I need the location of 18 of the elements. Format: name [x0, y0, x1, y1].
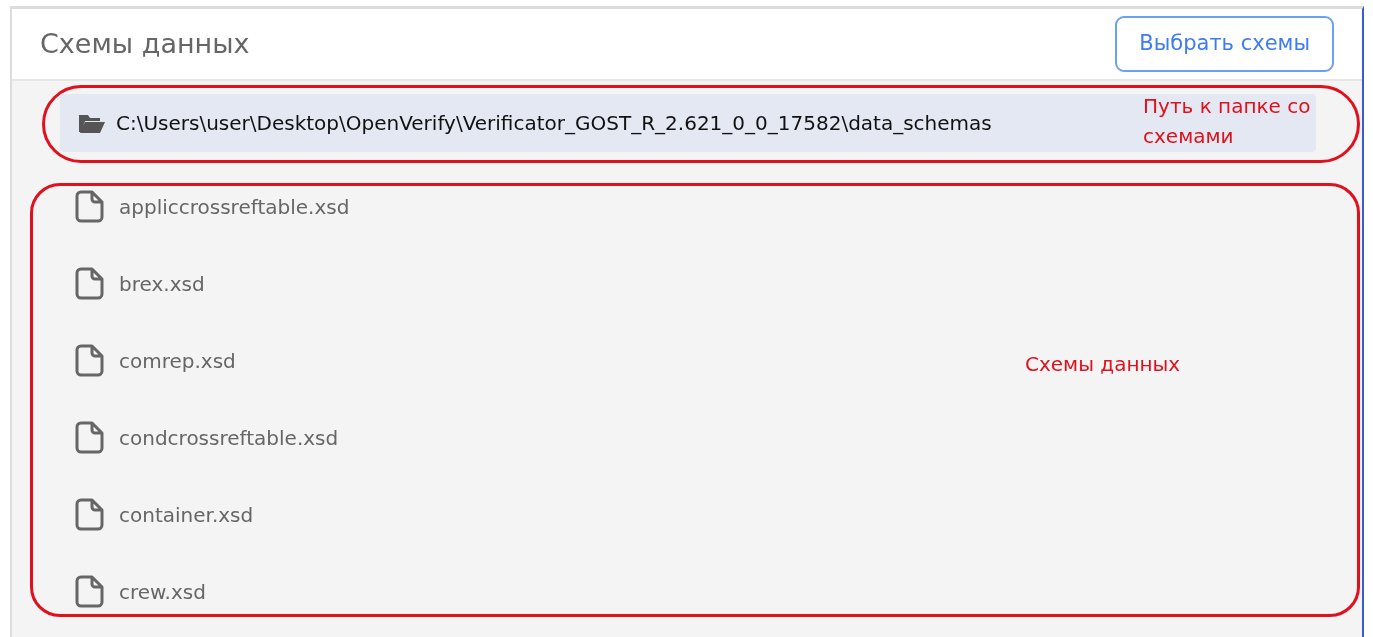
- file-name[interactable]: comrep.xsd: [119, 345, 236, 376]
- panel-title: Схемы данных: [40, 26, 250, 61]
- folder-path: C:\Users\user\Desktop\OpenVerify\Verificator_GOST_R_2.621_0_0_17582\data_schemas: [116, 110, 992, 137]
- file-name[interactable]: container.xsd: [119, 499, 254, 530]
- file-icon: [75, 190, 105, 223]
- file-icon: [75, 344, 105, 377]
- file-name[interactable]: crew.xsd: [119, 576, 206, 607]
- annotation-label: Схемы данных: [1025, 351, 1182, 378]
- file-name[interactable]: brex.xsd: [119, 268, 205, 299]
- file-icon: [75, 498, 105, 531]
- file-name[interactable]: condcrossreftable.xsd: [119, 422, 339, 453]
- file-name[interactable]: appliccrossreftable.xsd: [119, 191, 350, 222]
- file-icon: [75, 267, 105, 300]
- select-schemas-button[interactable]: Выбрать схемы: [1115, 16, 1334, 72]
- file-icon: [75, 421, 105, 454]
- file-icon: [75, 575, 105, 608]
- folder-icon: [78, 112, 106, 134]
- annotation-label: Путь к папке со схемами: [1143, 93, 1312, 150]
